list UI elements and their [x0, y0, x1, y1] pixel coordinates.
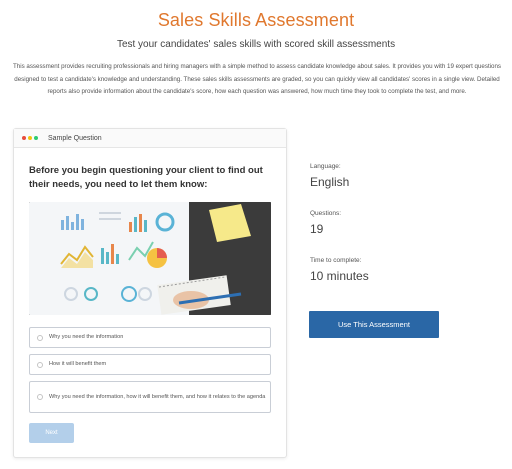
answer-option-label: Why you need the information [49, 334, 124, 340]
time-label: Time to complete: [310, 257, 362, 264]
questions-label: Questions: [310, 210, 342, 217]
green-dot-icon [34, 136, 38, 140]
page-title: Sales Skills Assessment [157, 10, 355, 30]
page-subtitle: Test your candidates' sales skills with … [116, 39, 396, 50]
red-dot-icon [22, 136, 26, 140]
answer-option-2[interactable]: How it will benefit them [29, 354, 271, 375]
language-label: Language: [310, 163, 341, 170]
answer-option-3[interactable]: Why you need the information, how it wil… [29, 381, 271, 413]
question-text: Before you begin questioning your client… [29, 165, 263, 190]
questions-info: Questions: 19 [310, 210, 341, 236]
answer-option-label: How it will benefit them [49, 361, 107, 367]
business-report-photo-icon [29, 202, 271, 315]
time-info: Time to complete: 10 minutes [310, 257, 369, 283]
sample-card-header: Sample Question [14, 129, 286, 148]
questions-value: 19 [310, 222, 324, 236]
language-info: Language: English [310, 163, 349, 189]
radio-button[interactable] [37, 361, 43, 368]
sample-card-title: Sample Question [48, 134, 102, 142]
sample-question-card: Sample Question Before you begin questio… [13, 128, 287, 458]
use-this-assessment-button[interactable]: Use This Assessment [309, 311, 439, 338]
next-button[interactable]: Next [29, 423, 74, 443]
answer-option-label: Why you need the information, how it wil… [49, 393, 266, 400]
answer-option-1[interactable]: Why you need the information [29, 327, 271, 348]
time-value: 10 minutes [310, 269, 369, 283]
radio-button[interactable] [37, 334, 43, 341]
page-description: This assessment provides recruiting prof… [12, 63, 502, 95]
language-value: English [310, 175, 350, 189]
radio-button[interactable] [37, 394, 43, 400]
yellow-dot-icon [28, 136, 32, 140]
